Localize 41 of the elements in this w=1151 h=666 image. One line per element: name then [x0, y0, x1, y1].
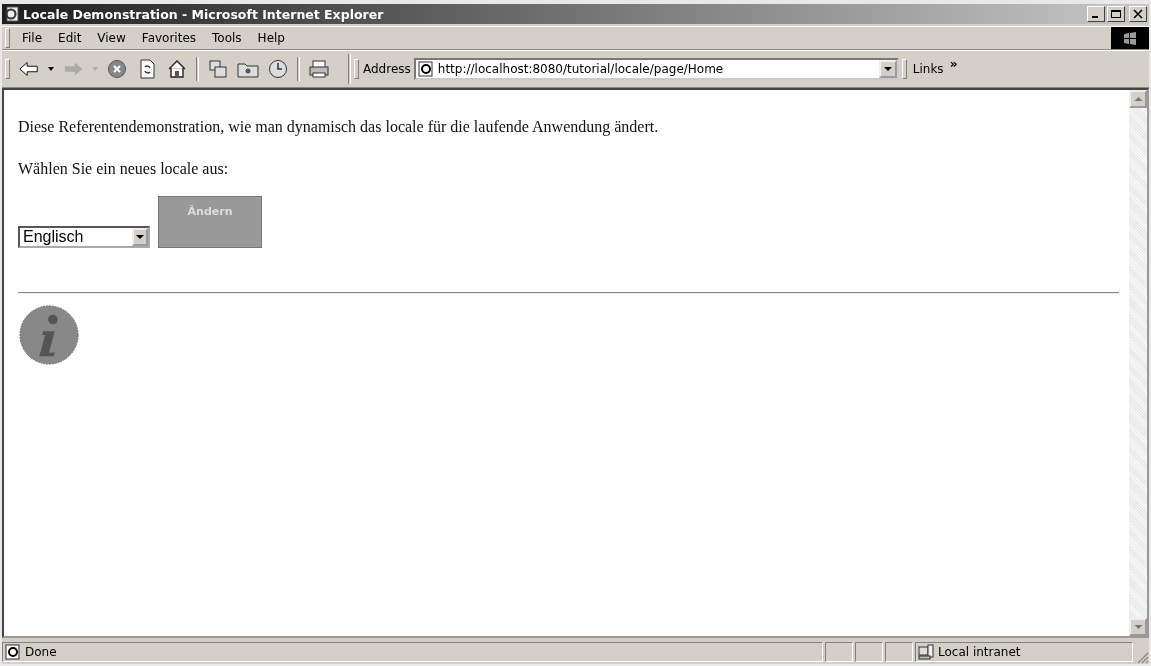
vertical-scrollbar[interactable] — [1129, 90, 1147, 636]
close-button[interactable] — [1129, 6, 1147, 22]
maximize-icon — [1110, 9, 1122, 19]
down-arrow-icon — [1133, 624, 1143, 630]
menu-item[interactable]: Favorites — [133, 31, 205, 45]
computer-icon — [918, 644, 934, 660]
minimize-button[interactable] — [1087, 6, 1105, 22]
status-pane — [825, 642, 853, 662]
caret-icon — [136, 234, 144, 240]
zone-text: Local intranet — [938, 645, 1021, 659]
close-icon — [1132, 9, 1144, 19]
prompt-text: Wählen Sie ein neues locale aus: — [18, 160, 230, 178]
windows-logo — [1111, 27, 1149, 49]
locale-select[interactable]: Englisch — [18, 226, 150, 248]
address-field[interactable]: http://localhost:8080/tutorial/locale/page/Home — [413, 58, 899, 80]
page-icon — [417, 61, 434, 77]
browser-icon — [4, 6, 20, 22]
up-arrow-icon — [1133, 96, 1143, 102]
resize-grip-icon[interactable] — [1135, 650, 1149, 664]
info-icon — [18, 304, 80, 366]
caret-icon — [883, 66, 892, 72]
menu-item[interactable]: Edit — [50, 31, 90, 45]
window-title: Locale Demonstration - Microsoft Internet Explorer — [23, 6, 385, 22]
page-icon — [5, 644, 21, 660]
scroll-up-button[interactable] — [1129, 90, 1147, 108]
dropdown-button[interactable] — [878, 60, 897, 78]
menu-item[interactable]: Help — [249, 31, 293, 45]
status-text: Done — [25, 645, 57, 659]
status-pane — [885, 642, 913, 662]
menu-item[interactable]: View — [89, 31, 134, 45]
links-button[interactable]: Links — [912, 62, 944, 76]
dropdown-button[interactable] — [132, 228, 148, 246]
menu-item[interactable]: Tools — [204, 31, 250, 45]
scroll-down-button[interactable] — [1129, 618, 1147, 636]
status-pane — [855, 642, 883, 662]
menu-item[interactable]: File — [14, 31, 51, 45]
chevron-button[interactable]: » — [949, 57, 958, 71]
address-label: Address — [363, 62, 411, 76]
maximize-button[interactable] — [1107, 6, 1125, 22]
minimize-icon — [1092, 16, 1098, 18]
intro-text: Diese Referentendemonstration, wie man dynamisch das locale für die laufende Anwendung ändert. — [18, 118, 660, 136]
